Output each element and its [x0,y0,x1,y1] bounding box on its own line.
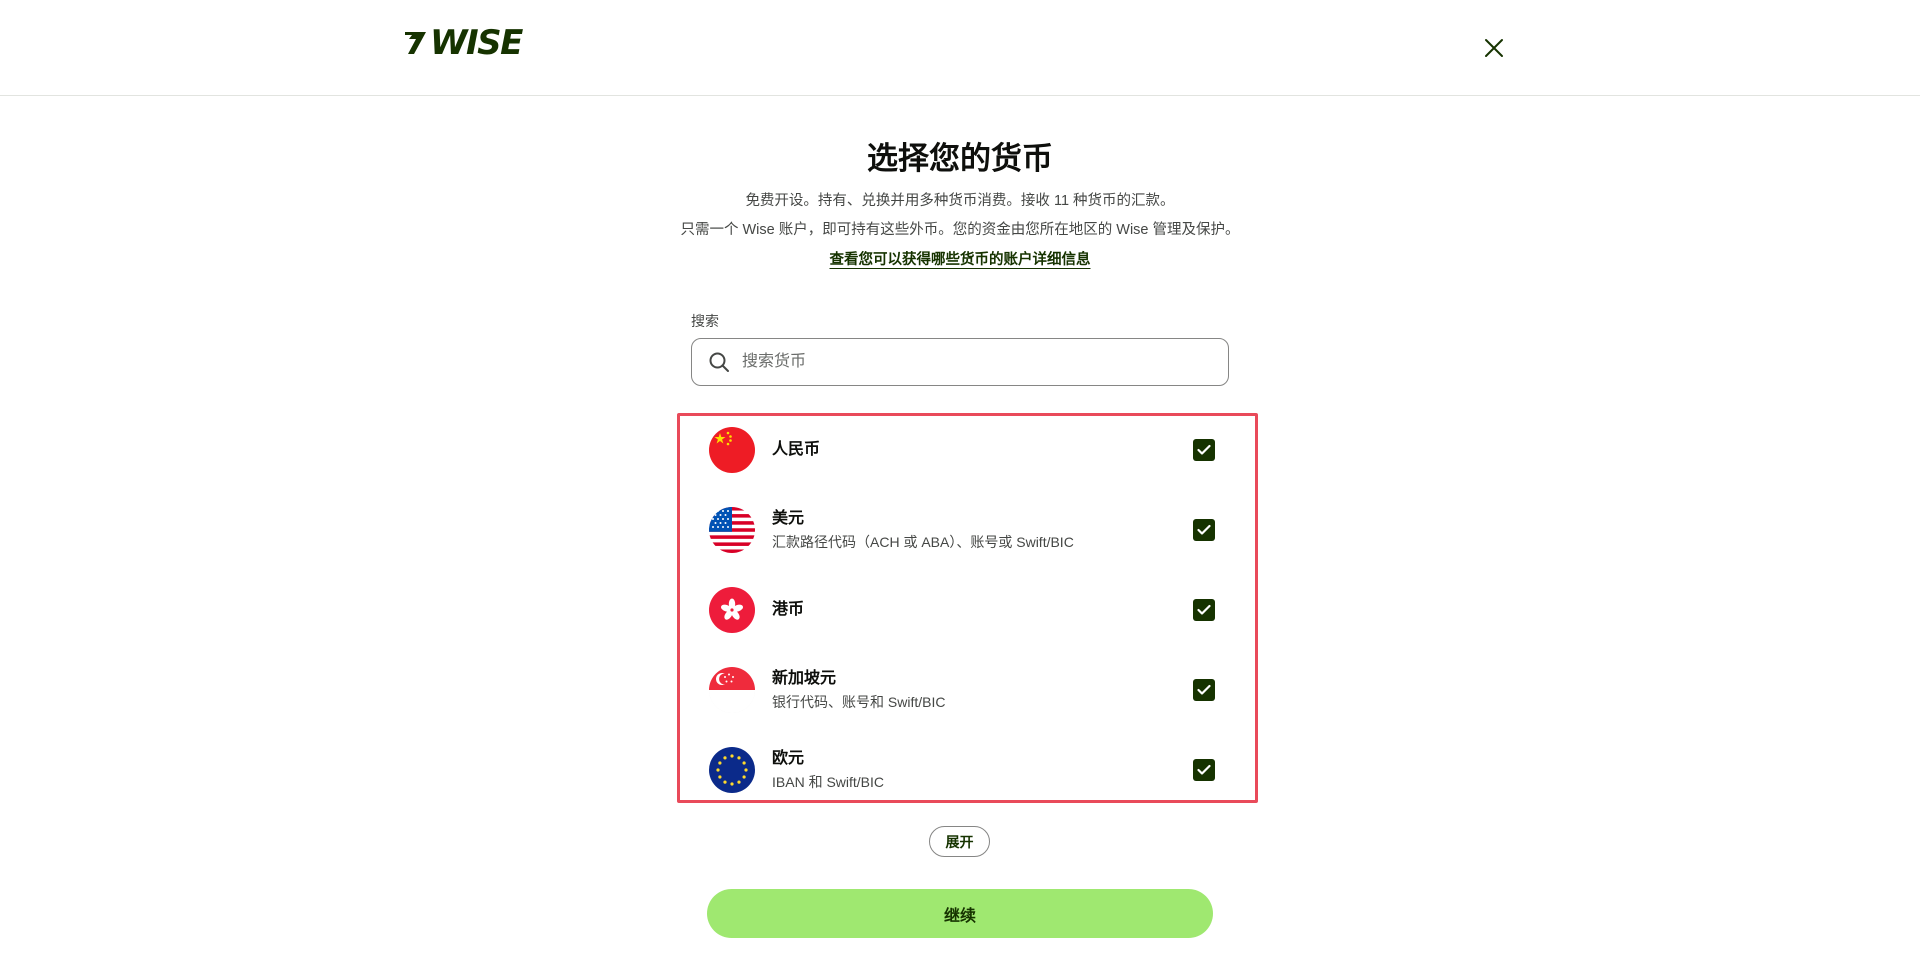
close-button[interactable] [1478,32,1510,64]
wise-flag-icon [405,32,426,54]
currency-text: 港币 [772,599,804,621]
wise-logo[interactable]: WISE [402,23,523,63]
currency-name: 港币 [772,601,805,618]
currency-text: 美元 汇款路径代码（ACH 或 ABA）、账号或 Swift/BIC [772,508,1074,552]
currency-details: 银行代码、账号和 Swift/BIC [772,694,946,710]
logo-wordmark: WISE [430,23,523,63]
hong-kong-flag-icon [709,587,755,633]
expand-button[interactable]: 展开 [929,826,990,857]
currency-row-eur[interactable]: 欧元 IBAN 和 Swift/BIC [709,746,1229,794]
currency-text: 欧元 IBAN 和 Swift/BIC [772,748,884,792]
currency-row-hkd[interactable]: 港币 [709,586,1229,634]
currency-name: 新加坡元 [772,670,837,687]
description-line-1: 免费开设。持有、兑换并用多种货币消费。接收 11 种货币的汇款。 [745,193,1175,209]
china-flag-icon [709,427,755,473]
currency-name: 人民币 [772,441,821,458]
currency-name: 欧元 [772,750,805,767]
checkmark-icon [1197,604,1211,615]
search-icon [709,352,729,372]
singapore-flag-icon [709,667,755,713]
details-link-wrapper: 查看您可以获得哪些货币的账户详细信息 [0,248,1920,269]
usa-flag-icon [709,507,755,553]
checkmark-icon [1197,764,1211,775]
description-line-2: 只需一个 Wise 账户，即可持有这些外币。您的资金由您所在地区的 Wise 管… [680,222,1240,238]
page-title: 选择您的货币 [867,141,1053,176]
currency-details: IBAN 和 Swift/BIC [772,774,885,790]
search-field[interactable] [691,338,1229,386]
checkmark-icon [1197,684,1211,695]
eu-flag-icon [709,747,755,793]
currency-row-usd[interactable]: 美元 汇款路径代码（ACH 或 ABA）、账号或 Swift/BIC [709,506,1229,554]
currency-row-cny[interactable]: 人民币 [709,426,1229,474]
checkmark-icon [1197,444,1211,455]
account-details-link[interactable]: 查看您可以获得哪些货币的账户详细信息 [830,252,1091,268]
currency-list: 人民币 美元 汇款路径代码（ACH 或 ABA）、账号或 Swift/BIC 港… [677,413,1258,803]
currency-name: 美元 [772,510,805,527]
checkbox-usd[interactable] [1193,519,1215,541]
currency-row-sgd[interactable]: 新加坡元 银行代码、账号和 Swift/BIC [709,666,1229,714]
continue-button[interactable]: 继续 [707,889,1213,938]
checkbox-sgd[interactable] [1193,679,1215,701]
search-label: 搜索 [691,313,719,329]
checkbox-cny[interactable] [1193,439,1215,461]
top-header: WISE [0,0,1920,96]
search-input[interactable] [740,352,1204,372]
checkmark-icon [1197,524,1211,535]
currency-text: 新加坡元 银行代码、账号和 Swift/BIC [772,668,945,712]
currency-details: 汇款路径代码（ACH 或 ABA）、账号或 Swift/BIC [772,534,1074,550]
checkbox-hkd[interactable] [1193,599,1215,621]
checkbox-eur[interactable] [1193,759,1215,781]
close-icon [1485,39,1503,57]
currency-text: 人民币 [772,439,820,461]
